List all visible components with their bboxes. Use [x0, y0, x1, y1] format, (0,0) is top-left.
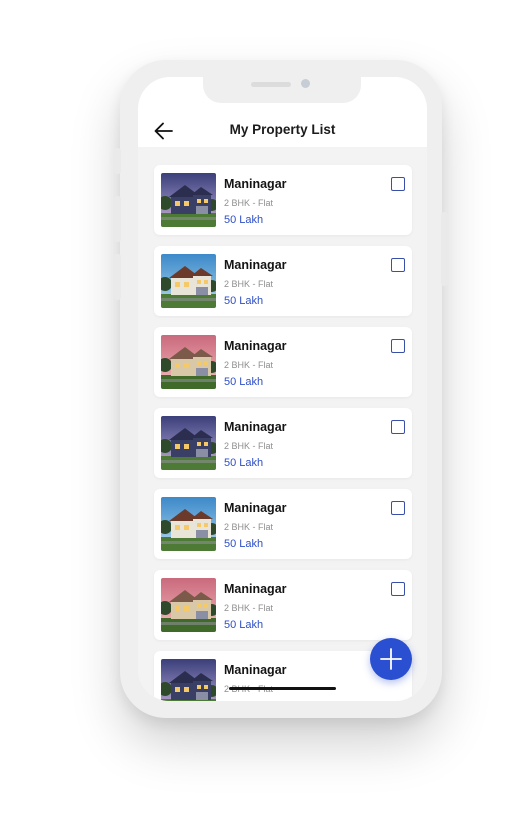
property-name: Maninagar: [224, 420, 287, 434]
page-title: My Property List: [229, 122, 336, 137]
property-type: 2 BHK - Flat: [224, 279, 274, 289]
property-name: Maninagar: [224, 258, 287, 272]
front-camera: [301, 79, 310, 88]
select-checkbox[interactable]: [391, 258, 405, 272]
speaker: [251, 82, 291, 87]
house-day-icon: [161, 497, 216, 551]
property-card[interactable]: Maninagar 2 BHK - Flat 50 Lakh: [154, 408, 412, 478]
house-sunset-icon: [161, 578, 216, 632]
property-type: 2 BHK - Flat: [224, 360, 274, 370]
select-checkbox[interactable]: [391, 339, 405, 353]
select-checkbox[interactable]: [391, 420, 405, 434]
property-type: 2 BHK - Flat: [224, 198, 274, 208]
property-price: 50 Lakh: [224, 295, 264, 307]
property-name: Maninagar: [224, 339, 287, 353]
house-day-icon: [161, 254, 216, 308]
power-button: [441, 212, 448, 286]
phone-frame: My Property List Maninagar 2 BHK - Flat 50…: [114, 60, 448, 718]
volume-up-button: [114, 196, 121, 242]
select-checkbox[interactable]: [391, 501, 405, 515]
property-price: 50 Lakh: [224, 619, 264, 631]
home-indicator: [229, 687, 336, 690]
property-price: 50 Lakh: [224, 700, 263, 701]
property-card[interactable]: Maninagar 2 BHK - Flat 50 Lakh: [154, 327, 412, 397]
plus-icon: [380, 648, 402, 670]
property-type: 2 BHK - Flat: [224, 522, 274, 532]
app-header: My Property List: [138, 117, 427, 147]
notch: [203, 77, 361, 103]
house-dusk-icon: [161, 659, 216, 701]
property-type: 2 BHK - Flat: [224, 441, 274, 451]
property-card[interactable]: Maninagar 2 BHK - Flat 50 Lakh: [154, 165, 412, 235]
property-price: 50 Lakh: [224, 457, 264, 469]
property-list: Maninagar 2 BHK - Flat 50 Lakh Maninagar 2 …: [138, 147, 427, 701]
property-card[interactable]: Maninagar 2 BHK - Flat 50 Lakh: [154, 570, 412, 640]
house-dusk-icon: [161, 173, 216, 227]
property-name: Maninagar: [224, 177, 287, 191]
app-screen: My Property List Maninagar 2 BHK - Flat 50…: [138, 77, 427, 701]
property-price: 50 Lakh: [224, 214, 264, 226]
property-type: 2 BHK - Flat: [224, 603, 274, 613]
property-card[interactable]: Maninagar 2 BHK - Flat 50 Lakh: [154, 246, 412, 316]
property-price: 50 Lakh: [224, 376, 264, 388]
property-card[interactable]: Maninagar 2 BHK - Flat 50 Lakh: [154, 489, 412, 559]
property-name: Maninagar: [224, 582, 287, 596]
house-dusk-icon: [161, 416, 216, 470]
volume-down-button: [114, 254, 121, 300]
property-name: Maninagar: [224, 501, 287, 515]
select-checkbox[interactable]: [391, 177, 405, 191]
property-price: 50 Lakh: [224, 538, 264, 550]
mute-switch: [114, 148, 121, 174]
property-name: Maninagar: [224, 663, 287, 677]
house-sunset-icon: [161, 335, 216, 389]
add-property-button[interactable]: [370, 638, 412, 680]
select-checkbox[interactable]: [391, 582, 405, 596]
